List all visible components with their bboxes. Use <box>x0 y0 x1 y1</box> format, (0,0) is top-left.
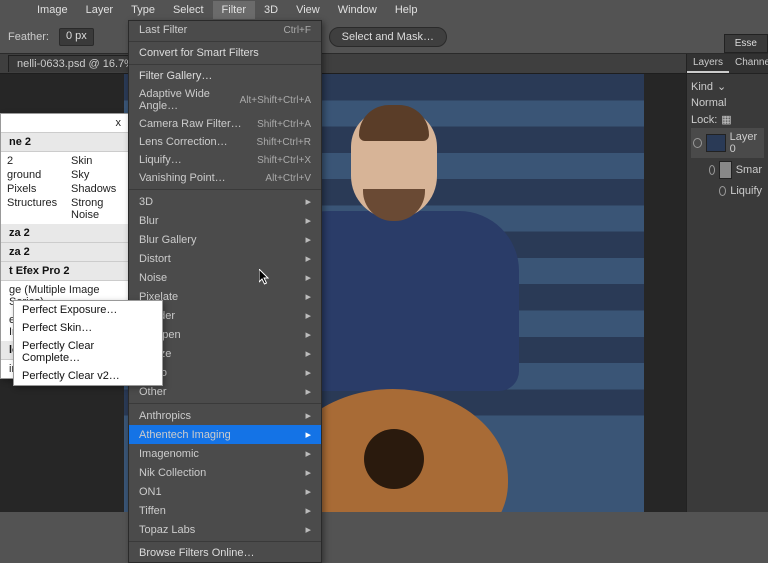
chevron-right-icon: ▸ <box>305 485 311 498</box>
layer-name[interactable]: Layer 0 <box>730 131 762 155</box>
layer-thumbnail[interactable] <box>719 161 732 179</box>
menu-item-camera-raw[interactable]: Camera Raw Filter…Shift+Ctrl+A <box>129 115 321 133</box>
layer-thumbnail[interactable] <box>706 134 726 152</box>
feather-input[interactable]: 0 px <box>59 28 94 46</box>
visibility-icon[interactable] <box>719 186 726 196</box>
menu-help[interactable]: Help <box>386 1 427 19</box>
chevron-right-icon: ▸ <box>305 233 311 246</box>
lock-label: Lock: <box>691 114 717 126</box>
menu-window[interactable]: Window <box>329 1 386 19</box>
layer-name[interactable]: Smar <box>736 164 762 176</box>
chevron-right-icon: ▸ <box>305 466 311 479</box>
submenu-item[interactable]: Perfect Skin… <box>14 319 162 337</box>
plugin-section: za 2 <box>1 243 129 262</box>
chevron-right-icon: ▸ <box>305 504 311 517</box>
menu-item-browse-online[interactable]: Browse Filters Online… <box>129 544 321 562</box>
close-icon[interactable]: x <box>1 114 129 133</box>
document-tabbar: nelli-0633.psd @ 16.7% (Layer 0, RGB, <box>0 54 768 74</box>
menu-view[interactable]: View <box>287 1 329 19</box>
menu-item-smart-filters[interactable]: Convert for Smart Filters <box>129 44 321 62</box>
tab-channels[interactable]: Channels <box>729 54 768 73</box>
menu-item-3d[interactable]: 3D▸ <box>129 192 321 211</box>
menu-3d[interactable]: 3D <box>255 1 287 19</box>
menu-type[interactable]: Type <box>122 1 164 19</box>
plugin-option[interactable]: Pixels <box>7 182 59 196</box>
options-bar: Feather: 0 px Height: Select and Mask… <box>0 20 768 54</box>
plugin-option[interactable]: Sky <box>71 168 123 182</box>
menu-item-blur-gallery[interactable]: Blur Gallery▸ <box>129 230 321 249</box>
chevron-right-icon: ▸ <box>305 447 311 460</box>
submenu-item[interactable]: Perfect Exposure… <box>14 301 162 319</box>
filter-menu-dropdown: Last FilterCtrl+F Convert for Smart Filt… <box>128 20 322 563</box>
plugin-option[interactable]: Structures <box>7 196 59 210</box>
plugin-option[interactable]: Shadows <box>71 182 123 196</box>
plugin-option[interactable]: Strong Noise <box>71 196 123 222</box>
layer-row[interactable]: Layer 0 <box>691 128 764 158</box>
menu-item-lens-correction[interactable]: Lens Correction…Shift+Ctrl+R <box>129 133 321 151</box>
visibility-icon[interactable] <box>709 165 715 175</box>
menu-item-liquify[interactable]: Liquify…Shift+Ctrl+X <box>129 151 321 169</box>
submenu-perfectly-clear: Perfect Exposure… Perfect Skin… Perfectl… <box>13 300 163 386</box>
blend-mode-select[interactable]: Normal <box>691 97 726 109</box>
plugin-option[interactable]: ground <box>7 168 59 182</box>
layer-row[interactable]: Liquify <box>691 182 764 200</box>
chevron-right-icon: ▸ <box>305 409 311 422</box>
cursor-icon <box>259 269 271 285</box>
lock-icon[interactable]: ▦ <box>721 113 731 126</box>
app-menubar: Image Layer Type Select Filter 3D View W… <box>0 0 768 20</box>
chevron-down-icon: ⌄ <box>717 80 726 93</box>
chevron-right-icon: ▸ <box>305 271 311 284</box>
visibility-icon[interactable] <box>693 138 702 148</box>
menu-image[interactable]: Image <box>28 1 77 19</box>
menu-item-on1[interactable]: ON1▸ <box>129 482 321 501</box>
menu-item-last-filter[interactable]: Last FilterCtrl+F <box>129 21 321 39</box>
menu-item-adaptive-wide[interactable]: Adaptive Wide Angle…Alt+Shift+Ctrl+A <box>129 85 321 115</box>
workspace-switcher[interactable]: Esse <box>724 34 768 53</box>
menu-filter[interactable]: Filter <box>213 1 255 19</box>
submenu-item[interactable]: Perfectly Clear Complete… <box>14 337 162 367</box>
menu-item-distort[interactable]: Distort▸ <box>129 249 321 268</box>
submenu-item[interactable]: Perfectly Clear v2… <box>14 367 162 385</box>
plugin-section: za 2 <box>1 224 129 243</box>
plugin-option[interactable]: Skin <box>71 154 123 168</box>
menu-item-vanishing-point[interactable]: Vanishing Point…Alt+Ctrl+V <box>129 169 321 187</box>
menu-item-nik[interactable]: Nik Collection▸ <box>129 463 321 482</box>
menu-select[interactable]: Select <box>164 1 213 19</box>
tab-layers[interactable]: Layers <box>687 54 729 73</box>
chevron-right-icon: ▸ <box>305 385 311 398</box>
menu-item-blur[interactable]: Blur▸ <box>129 211 321 230</box>
menu-item-tiffen[interactable]: Tiffen▸ <box>129 501 321 520</box>
menu-item-noise[interactable]: Noise▸ <box>129 268 321 287</box>
kind-filter[interactable]: Kind <box>691 81 713 93</box>
chevron-right-icon: ▸ <box>305 428 311 441</box>
layers-panel: Layers Channels Pa Kind ⌄ Normal Lock:▦ … <box>686 54 768 512</box>
chevron-right-icon: ▸ <box>305 523 311 536</box>
chevron-right-icon: ▸ <box>305 309 311 322</box>
feather-label: Feather: <box>8 31 49 43</box>
plugin-option[interactable]: 2 <box>7 154 59 168</box>
menu-item-imagenomic[interactable]: Imagenomic▸ <box>129 444 321 463</box>
chevron-right-icon: ▸ <box>305 328 311 341</box>
plugin-section: t Efex Pro 2 <box>1 262 129 281</box>
chevron-right-icon: ▸ <box>305 214 311 227</box>
chevron-right-icon: ▸ <box>305 252 311 265</box>
menu-item-anthropics[interactable]: Anthropics▸ <box>129 406 321 425</box>
plugin-section: ne 2 <box>1 133 129 152</box>
chevron-right-icon: ▸ <box>305 366 311 379</box>
menu-item-filter-gallery[interactable]: Filter Gallery… <box>129 67 321 85</box>
layer-row[interactable]: Smar <box>691 158 764 182</box>
select-and-mask-button[interactable]: Select and Mask… <box>329 27 447 47</box>
chevron-right-icon: ▸ <box>305 347 311 360</box>
layer-name[interactable]: Liquify <box>730 185 762 197</box>
chevron-right-icon: ▸ <box>305 290 311 303</box>
menu-item-topaz[interactable]: Topaz Labs▸ <box>129 520 321 539</box>
menu-item-athentech[interactable]: Athentech Imaging▸ <box>129 425 321 444</box>
chevron-right-icon: ▸ <box>305 195 311 208</box>
menu-layer[interactable]: Layer <box>77 1 123 19</box>
